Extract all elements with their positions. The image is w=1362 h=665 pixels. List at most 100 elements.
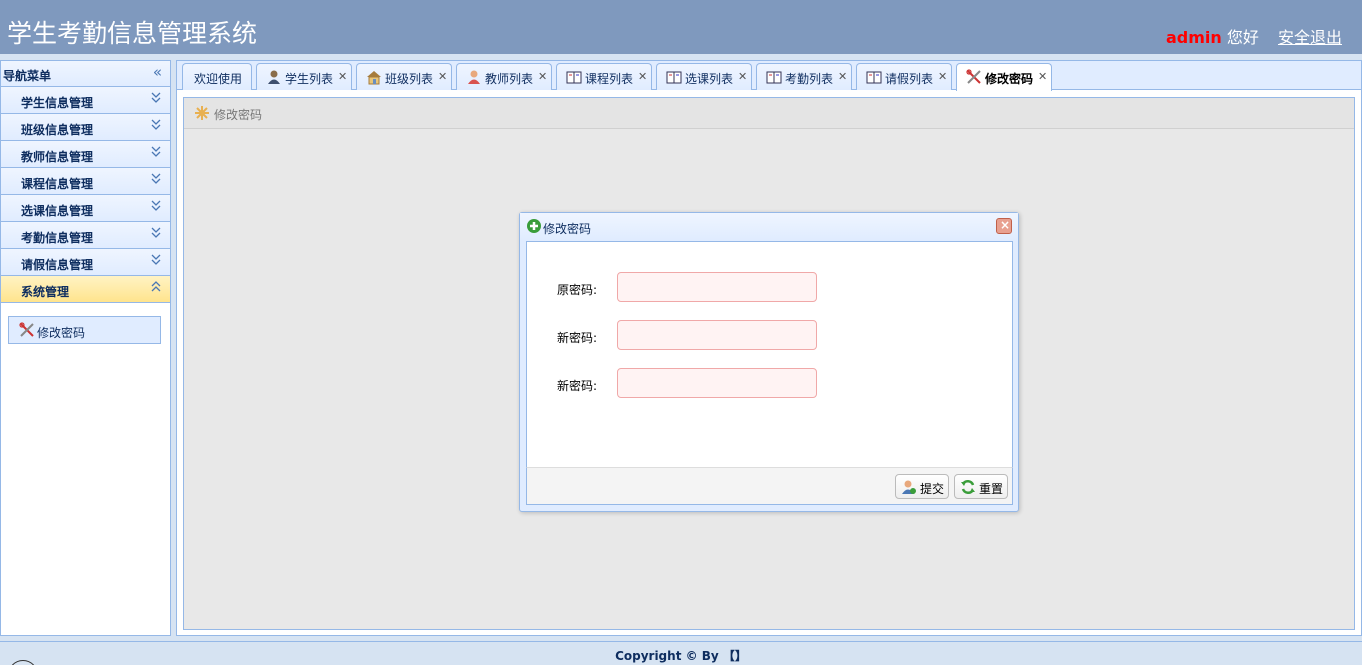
house-icon (367, 71, 381, 85)
close-icon[interactable]: ✕ (338, 70, 347, 83)
sidebar-item-label: 请假信息管理 (21, 258, 94, 272)
chevron-down-icon (151, 173, 161, 184)
chevron-down-icon (151, 146, 161, 157)
reset-label: 重置 (979, 482, 1004, 496)
new-password-row: 新密码: (527, 320, 1012, 350)
close-icon[interactable]: ✕ (738, 70, 747, 83)
old-password-row: 原密码: (527, 272, 1012, 302)
tab-label: 请假列表 (885, 72, 934, 86)
tab-label: 班级列表 (385, 72, 434, 86)
close-icon[interactable]: ✕ (638, 70, 647, 83)
submit-label: 提交 (920, 482, 945, 496)
tab-label: 学生列表 (285, 72, 334, 86)
username: admin (1165, 28, 1222, 47)
chevron-down-icon (151, 200, 161, 211)
user-submit-icon (902, 480, 916, 494)
sidebar-item-label: 考勤信息管理 (21, 231, 94, 245)
submenu-item-label: 修改密码 (37, 326, 86, 340)
settings-icon[interactable] (194, 105, 210, 121)
user-icon (268, 70, 280, 84)
dialog-header: 修改密码 × (520, 213, 1018, 240)
tab-label: 教师列表 (485, 72, 534, 86)
sidebar-item-label: 班级信息管理 (21, 123, 94, 137)
dialog-title: 修改密码 (543, 222, 592, 236)
book-icon (666, 71, 682, 84)
sidebar-title: 导航菜单 (3, 69, 52, 83)
book-icon (866, 71, 882, 84)
sidebar-item-leave[interactable]: 请假信息管理 (1, 249, 170, 276)
chevron-down-icon (151, 119, 161, 130)
confirm-password-label: 新密码: (557, 379, 598, 393)
tab-selection-list[interactable]: 选课列表 ✕ (656, 63, 752, 90)
system-submenu: 修改密码 (1, 303, 170, 344)
old-password-label: 原密码: (557, 283, 598, 297)
sidebar-item-attendance[interactable]: 考勤信息管理 (1, 222, 170, 249)
close-icon[interactable]: ✕ (538, 70, 547, 83)
toolbar-label[interactable]: 修改密码 (214, 106, 262, 123)
sidebar-item-system[interactable]: 系统管理 (1, 276, 170, 303)
chevron-down-icon (151, 254, 161, 265)
copyright-text: Copyright © By 【】 (615, 649, 747, 663)
sidebar-item-label: 课程信息管理 (21, 177, 94, 191)
close-icon[interactable]: ✕ (438, 70, 447, 83)
add-icon (527, 219, 541, 233)
book-icon (566, 71, 582, 84)
sidebar-item-class[interactable]: 班级信息管理 (1, 114, 170, 141)
new-password-input[interactable] (617, 320, 817, 350)
tab-label: 修改密码 (985, 72, 1034, 86)
chevron-down-icon (151, 92, 161, 103)
submenu-item-change-password[interactable]: 修改密码 (8, 316, 161, 344)
sidebar-item-teacher[interactable]: 教师信息管理 (1, 141, 170, 168)
sidebar: 导航菜单 « 学生信息管理 班级信息管理 教师信息管理 课程信息管理 选课信息管… (0, 60, 171, 636)
chevron-up-icon (151, 281, 161, 292)
tab-class-list[interactable]: 班级列表 ✕ (356, 63, 452, 90)
toolbar: 修改密码 (184, 98, 1354, 129)
tab-label: 课程列表 (585, 72, 634, 86)
dialog-body: 原密码: 新密码: 新密码: (526, 241, 1013, 467)
collapse-left-icon[interactable]: « (153, 64, 162, 80)
refresh-icon (961, 479, 975, 495)
app-header: 学生考勤信息管理系统 admin 您好 安全退出 (0, 0, 1362, 54)
tab-label: 选课列表 (685, 72, 734, 86)
tab-label: 欢迎使用 (194, 72, 243, 86)
tab-student-list[interactable]: 学生列表 ✕ (256, 63, 352, 90)
footer: Copyright © By 【】 (0, 641, 1362, 665)
close-icon[interactable]: ✕ (938, 70, 947, 83)
tab-label: 考勤列表 (785, 72, 834, 86)
close-icon[interactable]: ✕ (838, 70, 847, 83)
sidebar-item-label: 系统管理 (21, 285, 70, 299)
sidebar-item-label: 学生信息管理 (21, 96, 94, 110)
app-title: 学生考勤信息管理系统 (7, 19, 258, 48)
greeting: 您好 (1226, 28, 1259, 47)
sidebar-item-course[interactable]: 课程信息管理 (1, 168, 170, 195)
close-icon[interactable]: ✕ (1038, 70, 1047, 83)
tab-teacher-list[interactable]: 教师列表 ✕ (456, 63, 552, 90)
tools-icon (19, 322, 34, 337)
sidebar-item-selection[interactable]: 选课信息管理 (1, 195, 170, 222)
old-password-input[interactable] (617, 272, 817, 302)
change-password-dialog: 修改密码 × 原密码: 新密码: 新密码: 提交 重置 (519, 212, 1019, 512)
tab-course-list[interactable]: 课程列表 ✕ (556, 63, 652, 90)
sidebar-item-label: 教师信息管理 (21, 150, 94, 164)
logout-link[interactable]: 安全退出 (1278, 28, 1342, 47)
chevron-down-icon (151, 227, 161, 238)
confirm-password-row: 新密码: (527, 368, 1012, 398)
tab-attendance-list[interactable]: 考勤列表 ✕ (756, 63, 852, 90)
tools-icon (966, 69, 981, 84)
user-area: admin 您好 安全退出 (1166, 24, 1342, 48)
new-password-label: 新密码: (557, 331, 598, 345)
sidebar-header: 导航菜单 « (1, 61, 170, 87)
sidebar-item-label: 选课信息管理 (21, 204, 94, 218)
tab-bar: 欢迎使用 学生列表 ✕ 班级列表 ✕ 教师列表 ✕ 课程列表 ✕ 选课列表 ✕ (177, 61, 1361, 91)
person-icon (468, 70, 480, 84)
sidebar-item-student[interactable]: 学生信息管理 (1, 87, 170, 114)
reset-button[interactable]: 重置 (954, 474, 1008, 499)
confirm-password-input[interactable] (617, 368, 817, 398)
tab-leave-list[interactable]: 请假列表 ✕ (856, 63, 952, 90)
submit-button[interactable]: 提交 (895, 474, 949, 499)
dialog-footer: 提交 重置 (526, 467, 1013, 505)
book-icon (766, 71, 782, 84)
tab-change-password[interactable]: 修改密码 ✕ (956, 63, 1052, 91)
tab-welcome[interactable]: 欢迎使用 (182, 63, 252, 90)
close-icon[interactable]: × (996, 218, 1012, 234)
